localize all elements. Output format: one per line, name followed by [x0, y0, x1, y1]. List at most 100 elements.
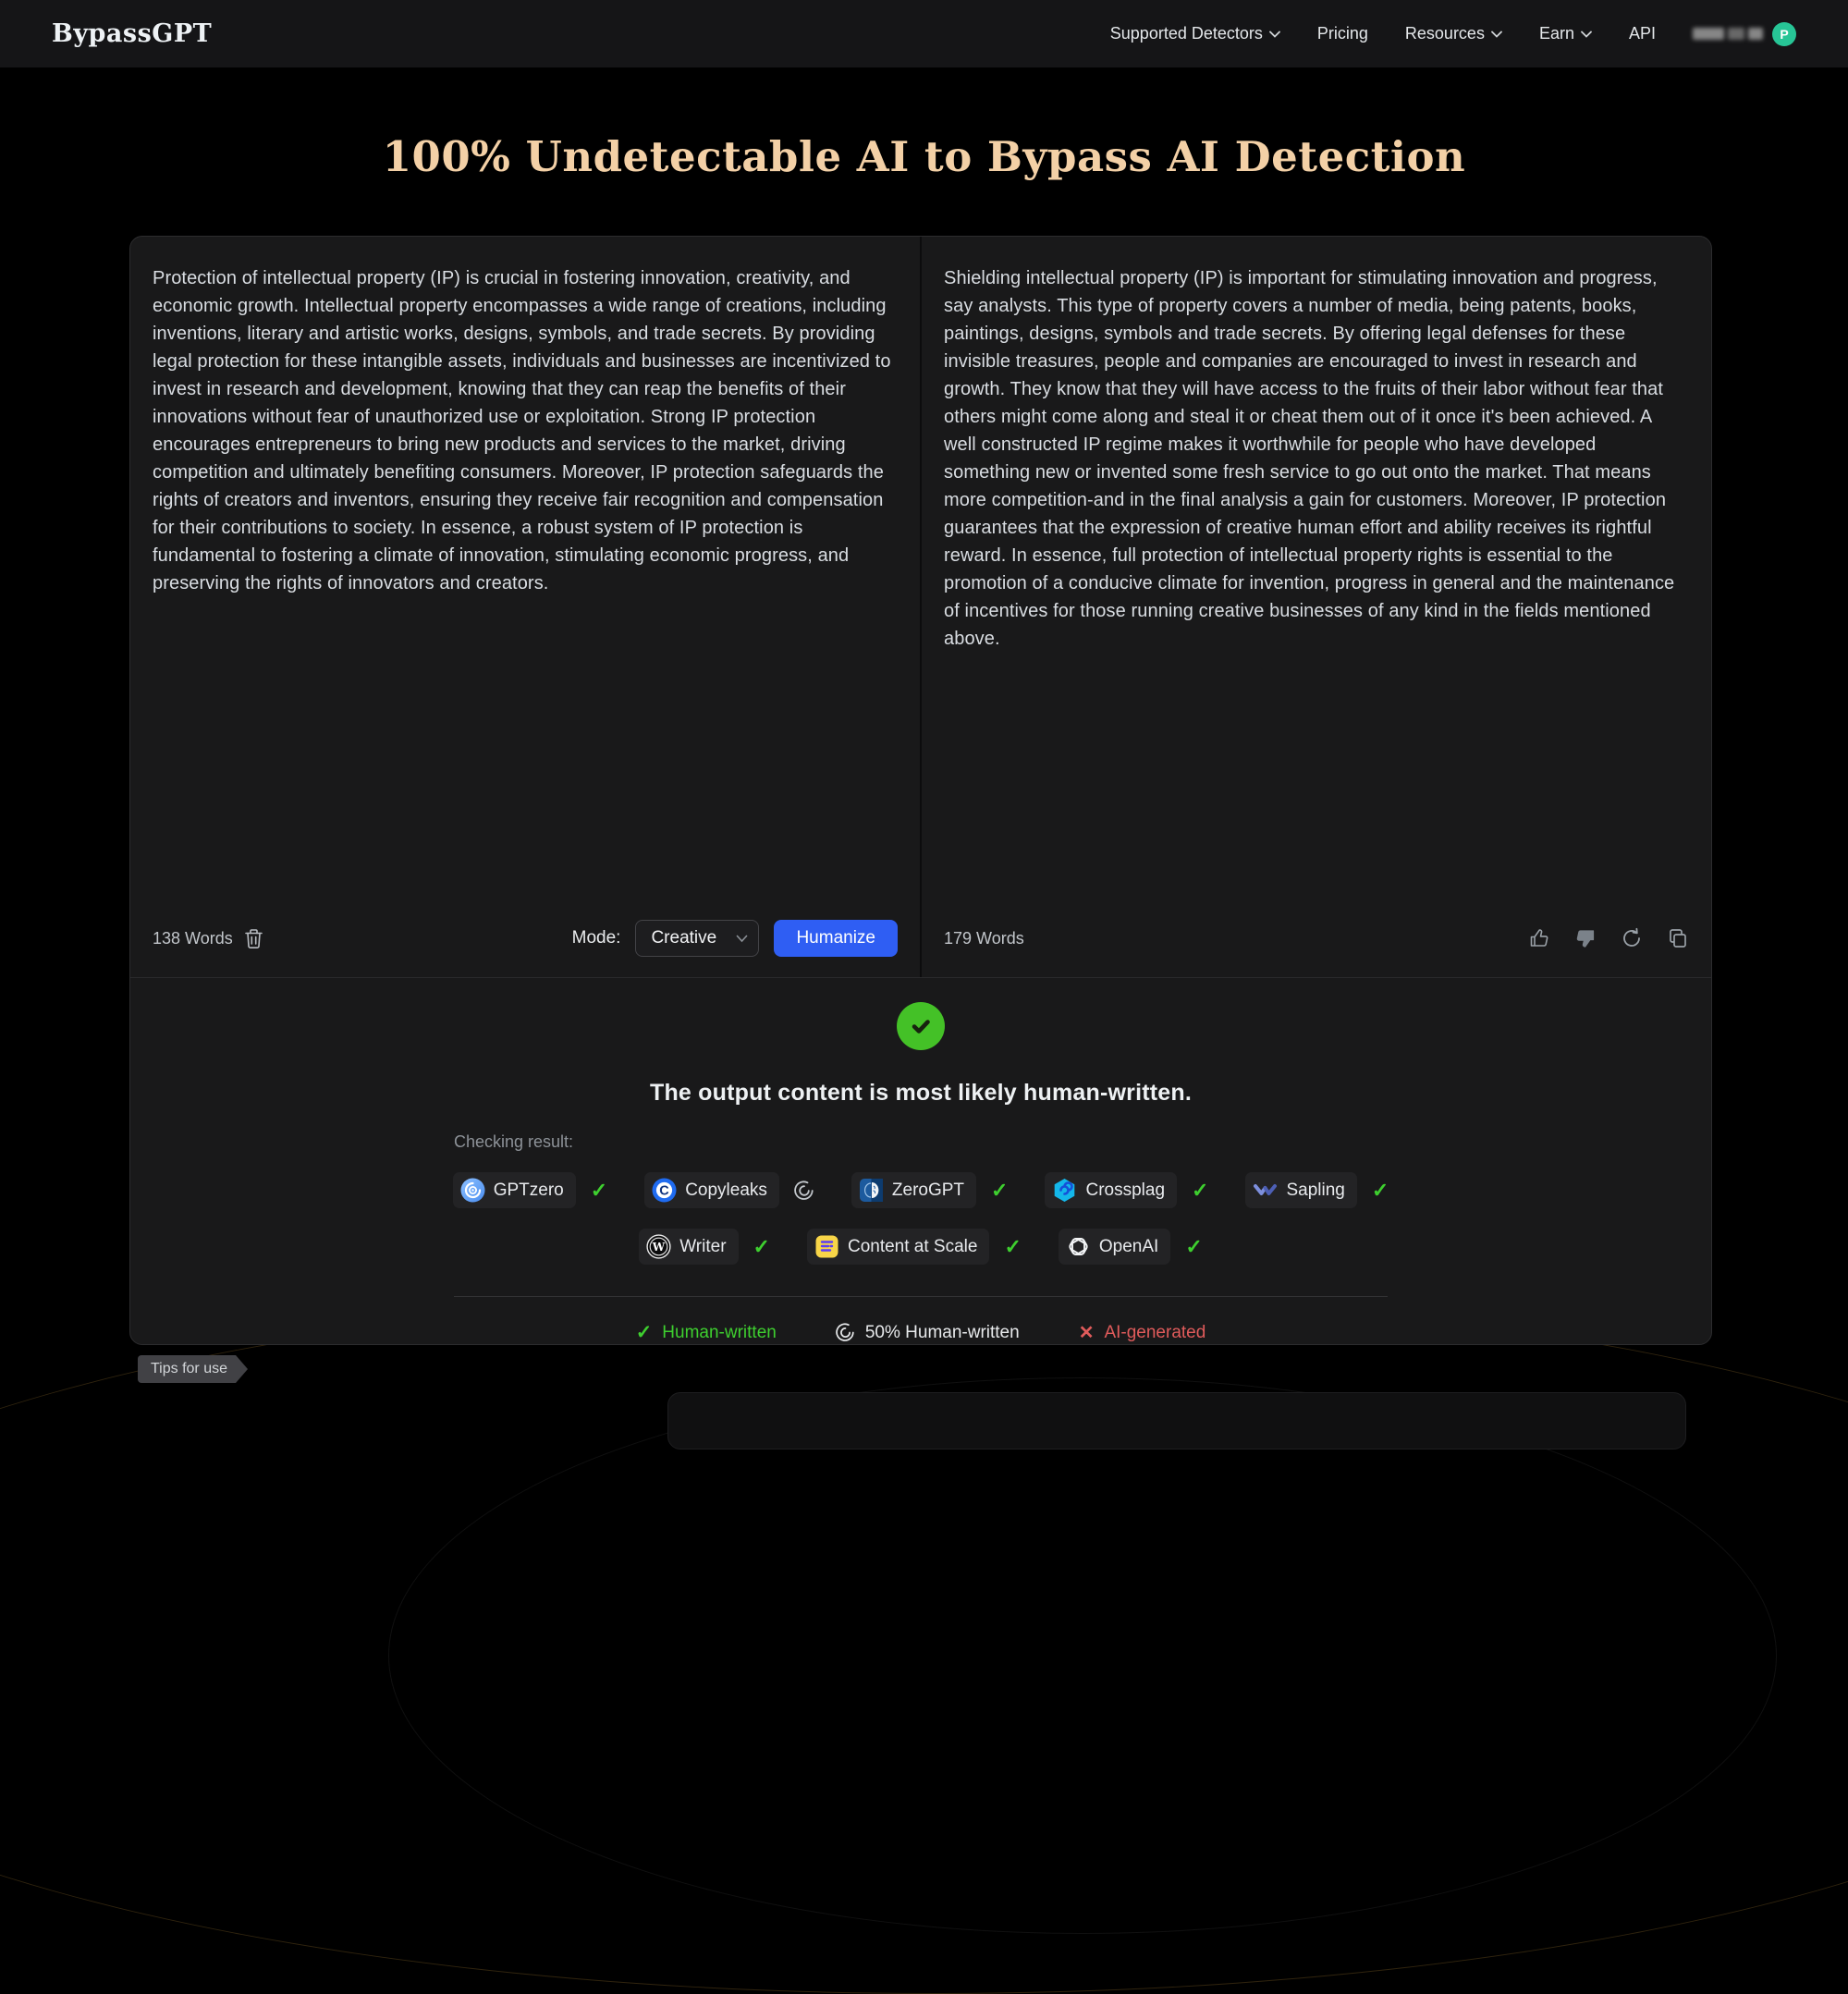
detector-name: Crossplag — [1085, 1180, 1165, 1201]
detector-copyleaks: C Copyleaks — [644, 1172, 814, 1208]
humanizer-card: Protection of intellectual property (IP)… — [129, 236, 1712, 1345]
result-heading: The output content is most likely human-… — [650, 1080, 1192, 1107]
user-avatar[interactable]: P — [1772, 22, 1796, 46]
detector-openai: OpenAI ✓ — [1059, 1229, 1203, 1265]
regenerate-icon[interactable] — [1621, 927, 1643, 949]
result-legend: ✓ Human-written 50% Human-written ✕ AI-g… — [636, 1321, 1206, 1344]
detector-chip[interactable]: OpenAI — [1059, 1229, 1170, 1265]
nav-supported-detectors[interactable]: Supported Detectors — [1110, 24, 1280, 43]
legend-ai-generated: ✕ AI-generated — [1079, 1321, 1206, 1344]
detector-name: ZeroGPT — [892, 1180, 964, 1201]
nav-api-label: API — [1629, 24, 1656, 43]
chevron-down-icon — [736, 935, 747, 942]
nav-supported-detectors-label: Supported Detectors — [1110, 24, 1263, 43]
detector-chip[interactable]: C Copyleaks — [644, 1172, 779, 1208]
nav-pricing[interactable]: Pricing — [1317, 24, 1368, 43]
thumbs-down-icon[interactable] — [1574, 927, 1597, 949]
output-text[interactable]: Shielding intellectual property (IP) is … — [944, 264, 1687, 653]
detection-result-section: The output content is most likely human-… — [130, 978, 1711, 1344]
humanize-button[interactable]: Humanize — [774, 920, 898, 957]
detector-content-at-scale: Content at Scale ✓ — [807, 1229, 1022, 1265]
detector-crossplag: Crossplag ✓ — [1045, 1172, 1208, 1208]
x-icon: ✕ — [1079, 1321, 1095, 1344]
input-word-count: 138 Words — [153, 929, 233, 948]
trash-icon[interactable] — [244, 928, 263, 949]
detector-chip[interactable]: GPTzero — [453, 1172, 576, 1208]
status-human-written-icon: ✓ — [1185, 1237, 1202, 1257]
mode-dropdown[interactable]: Creative — [635, 920, 759, 957]
detector-name: GPTzero — [494, 1180, 564, 1201]
chevron-down-icon — [1491, 31, 1502, 38]
bypassgpt-logo[interactable]: BypassGPT — [52, 19, 212, 48]
detector-name: OpenAI — [1099, 1237, 1158, 1257]
input-panel: Protection of intellectual property (IP)… — [130, 237, 922, 977]
top-nav-bar: BypassGPT Supported Detectors Pricing Re… — [0, 0, 1848, 67]
nav-resources[interactable]: Resources — [1405, 24, 1502, 43]
output-panel: Shielding intellectual property (IP) is … — [922, 237, 1711, 977]
status-human-written-icon: ✓ — [753, 1237, 770, 1257]
nav-api[interactable]: API — [1629, 24, 1656, 43]
detector-writer: W Writer ✓ — [639, 1229, 770, 1265]
legend-human-written: ✓ Human-written — [636, 1321, 777, 1344]
status-human-written-icon: ✓ — [1372, 1180, 1389, 1201]
input-panel-footer: 138 Words Mode: Creative Humanize — [153, 918, 898, 959]
thumbs-up-icon[interactable] — [1528, 927, 1550, 949]
detector-zerogpt: ZeroGPT ✓ — [851, 1172, 1009, 1208]
detector-row-1: GPTzero ✓ C Copyleaks — [454, 1172, 1388, 1208]
svg-text:W: W — [652, 1241, 666, 1254]
crossplag-logo-icon — [1052, 1178, 1077, 1203]
detector-name: Writer — [679, 1237, 726, 1257]
nav-earn-label: Earn — [1539, 24, 1574, 43]
next-section-card-peek — [667, 1392, 1686, 1450]
copyleaks-logo-icon: C — [652, 1178, 677, 1203]
legend-label: Human-written — [662, 1323, 777, 1343]
writer-logo-icon: W — [646, 1234, 671, 1259]
detector-chip[interactable]: Content at Scale — [807, 1229, 989, 1265]
input-word-count-row: 138 Words — [153, 928, 263, 949]
content-at-scale-logo-icon — [814, 1234, 839, 1259]
chevron-down-icon — [1581, 31, 1592, 38]
page-title: 100% Undetectable AI to Bypass AI Detect… — [0, 132, 1848, 181]
chevron-down-icon — [1269, 31, 1280, 38]
half-circle-icon — [836, 1323, 855, 1342]
status-half-human-icon — [794, 1180, 814, 1201]
mode-label: Mode: — [572, 928, 621, 948]
input-text[interactable]: Protection of intellectual property (IP)… — [153, 264, 896, 597]
nav-earn[interactable]: Earn — [1539, 24, 1592, 43]
checking-result-label: Checking result: — [454, 1132, 1388, 1152]
detector-name: Copyleaks — [685, 1180, 767, 1201]
checking-result-block: Checking result: GPTzero ✓ C — [454, 1132, 1388, 1265]
detector-chip[interactable]: Crossplag — [1045, 1172, 1177, 1208]
legend-half-human-written: 50% Human-written — [836, 1323, 1020, 1343]
output-word-count-row: 179 Words — [944, 929, 1024, 948]
legend-label: 50% Human-written — [865, 1323, 1020, 1343]
detector-chip[interactable]: ZeroGPT — [851, 1172, 976, 1208]
openai-logo-icon — [1066, 1234, 1091, 1259]
svg-text:C: C — [659, 1184, 669, 1199]
detector-gptzero: GPTzero ✓ — [453, 1172, 607, 1208]
nav-resources-label: Resources — [1405, 24, 1485, 43]
detector-row-2: W Writer ✓ Content at Scale ✓ — [454, 1229, 1388, 1265]
tips-for-use-button[interactable]: Tips for use — [138, 1355, 248, 1383]
zerogpt-logo-icon — [859, 1178, 884, 1203]
username-redacted — [1693, 28, 1763, 40]
account-area[interactable]: P — [1693, 22, 1796, 46]
legend-label: AI-generated — [1104, 1323, 1205, 1343]
detector-name: Content at Scale — [848, 1237, 977, 1257]
editor-panels: Protection of intellectual property (IP)… — [130, 237, 1711, 978]
detector-name: Sapling — [1286, 1180, 1344, 1201]
nav-pricing-label: Pricing — [1317, 24, 1368, 43]
output-actions — [1528, 927, 1689, 949]
output-word-count: 179 Words — [944, 929, 1024, 948]
status-human-written-icon: ✓ — [991, 1180, 1008, 1201]
input-controls: Mode: Creative Humanize — [572, 920, 898, 957]
legend-divider — [454, 1296, 1388, 1297]
check-icon: ✓ — [636, 1321, 653, 1344]
detector-chip[interactable]: Sapling — [1245, 1172, 1356, 1208]
detector-chip[interactable]: W Writer — [639, 1229, 738, 1265]
output-panel-footer: 179 Words — [944, 918, 1689, 959]
decorative-arc-2 — [388, 1377, 1777, 1934]
sapling-logo-icon — [1253, 1178, 1278, 1203]
copy-icon[interactable] — [1667, 927, 1689, 949]
status-human-written-icon: ✓ — [1192, 1180, 1208, 1201]
